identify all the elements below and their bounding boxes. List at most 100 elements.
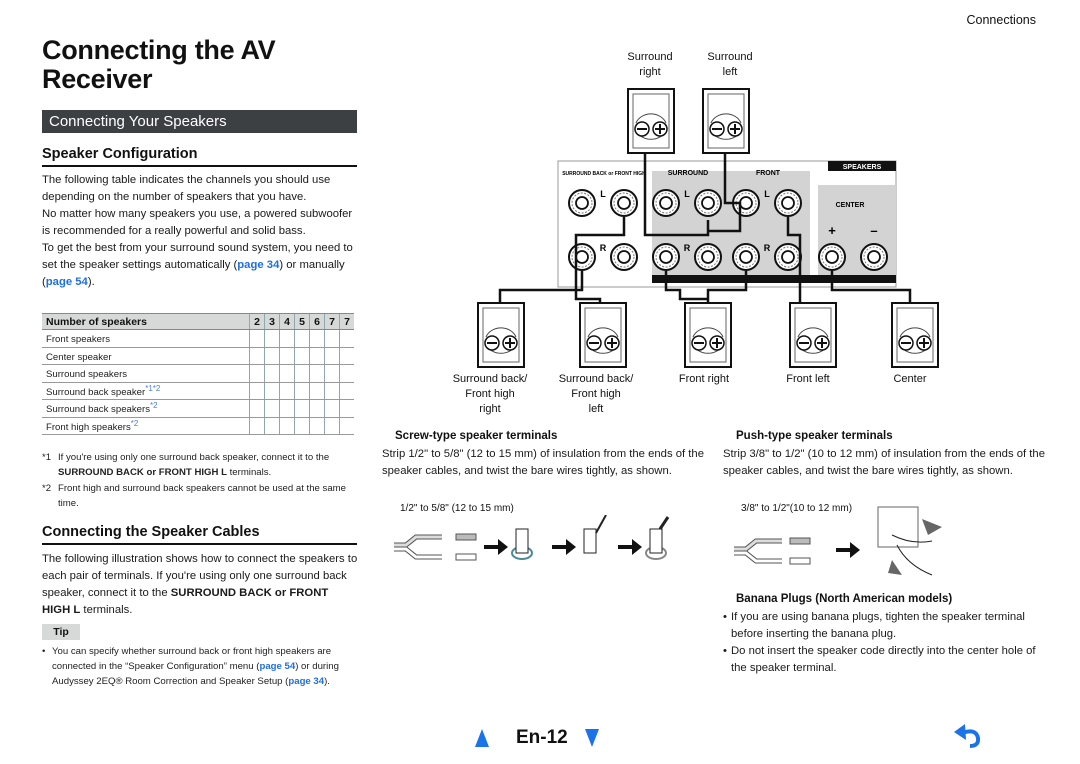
- page-54-link[interactable]: page 54: [259, 661, 295, 672]
- footnote-ref: *1*2: [145, 383, 161, 393]
- table-cell: [294, 382, 310, 400]
- row-label: Surround back speakers*2: [42, 399, 250, 418]
- speaker-wiring-diagram: SPEAKERS SURROUND BACK or FRONT HIGH SUR…: [477, 88, 939, 368]
- table-cell: [324, 329, 340, 348]
- footnote-mark: *1: [42, 452, 52, 463]
- arrow-right-icon: [552, 539, 576, 555]
- footnotes: *1 If you're using only one surround bac…: [42, 450, 358, 511]
- table-row: Surround speakers: [42, 364, 354, 383]
- terminal-icon: [645, 516, 670, 560]
- stripped-wire-icon: [394, 533, 477, 561]
- table-cell: [339, 364, 354, 383]
- col-header: 2: [249, 313, 265, 330]
- back-button[interactable]: [952, 722, 984, 750]
- table-cell: [309, 417, 325, 435]
- table-cell: [324, 382, 340, 400]
- speaker-table: Number of speakers 2 3 4 5 6 7 7 Front s…: [42, 313, 354, 435]
- table-cell: [279, 417, 295, 435]
- screw-type-text: Strip 1/2" to 5/8" (12 to 15 mm) of insu…: [382, 448, 704, 477]
- col-header: 7: [339, 313, 354, 330]
- table-cell: [264, 329, 280, 348]
- col-header: 5: [294, 313, 310, 330]
- group-label: SURROUND: [668, 170, 708, 177]
- page-34-link[interactable]: page 34: [288, 676, 324, 687]
- table-cell: [264, 382, 280, 400]
- screw-type-heading: Screw-type speaker terminals: [395, 430, 558, 442]
- table-cell: [279, 364, 295, 383]
- table-cell: [309, 347, 325, 365]
- table-cell: [249, 417, 265, 435]
- triangle-down-icon: [585, 729, 599, 747]
- speaker-label-front-right: Front right: [678, 373, 730, 385]
- table-row: Front speakers: [42, 329, 354, 348]
- speaker-front-right: [684, 302, 732, 368]
- arrow-right-icon: [484, 539, 508, 555]
- table-cell: [279, 347, 295, 365]
- group-label: SURROUND BACK or FRONT HIGH: [562, 171, 646, 177]
- row-label: Center speaker: [42, 347, 250, 365]
- speaker-surround-left: [702, 88, 750, 154]
- table-cell: [249, 347, 265, 365]
- triangle-up-icon: [475, 729, 489, 747]
- para-3: To get the best from your surround sound…: [42, 240, 358, 291]
- terminal-icon: [511, 528, 533, 560]
- prev-page-button[interactable]: [474, 728, 490, 748]
- list-item: • If you are using banana plugs, tighten …: [723, 611, 1025, 640]
- page-54-link[interactable]: page 54: [46, 276, 88, 288]
- speaker-configuration-heading: Speaker Configuration: [42, 146, 357, 167]
- svg-text:L: L: [764, 189, 770, 199]
- terminal-icon: [583, 515, 607, 554]
- footnote-1: *1 If you're using only one surround bac…: [42, 450, 358, 480]
- tip-label: Tip: [42, 624, 80, 640]
- svg-text:L: L: [600, 189, 606, 199]
- speaker-label-surround-right: Surround right: [627, 51, 673, 78]
- banana-plugs-heading: Banana Plugs (North American models): [736, 593, 953, 605]
- list-item: • Do not insert the speaker code directly…: [723, 645, 1036, 674]
- stripped-wire-icon: [734, 537, 811, 565]
- page-number: En-12: [516, 727, 568, 748]
- table-cell: [279, 382, 295, 400]
- table-cell: [324, 417, 340, 435]
- speaker-center: [891, 302, 939, 368]
- bullet: •: [42, 646, 46, 657]
- col-header: 6: [309, 313, 325, 330]
- col-header: 3: [264, 313, 280, 330]
- table-cell: [309, 364, 325, 383]
- table-cell: [249, 364, 265, 383]
- section-header: Connections: [966, 13, 1037, 27]
- svg-text:R: R: [684, 243, 691, 253]
- svg-text:R: R: [764, 243, 771, 253]
- table-cell: [294, 399, 310, 418]
- table-cell: [294, 329, 310, 348]
- group-label: FRONT: [756, 170, 781, 177]
- table-cell: [309, 399, 325, 418]
- return-arrow-icon: [954, 724, 981, 748]
- col-header: 4: [279, 313, 295, 330]
- para-1: The following table indicates the channe…: [42, 174, 331, 203]
- table-cell: [264, 417, 280, 435]
- table-row: Surround back speaker*1*2: [42, 382, 354, 400]
- table-cell: [264, 347, 280, 365]
- para-2: No matter how many speakers you use, a p…: [42, 208, 353, 237]
- table-cell: [324, 399, 340, 418]
- speaker-surround-back-right: [477, 302, 525, 368]
- table-header-row: Number of speakers 2 3 4 5 6 7 7: [42, 313, 354, 330]
- speaker-label-center: Center: [893, 373, 927, 385]
- table-cell: [279, 329, 295, 348]
- arrow-right-icon: [618, 539, 642, 555]
- svg-text:R: R: [600, 243, 607, 253]
- svg-text:–: –: [870, 223, 877, 238]
- table-cell: [249, 329, 265, 348]
- next-page-button[interactable]: [584, 728, 600, 748]
- speaker-config-intro: The following table indicates the channe…: [42, 172, 358, 291]
- speaker-label-front-left: Front left: [786, 373, 830, 385]
- page-34-link[interactable]: page 34: [237, 259, 279, 271]
- table-cell: [339, 417, 354, 435]
- speaker-label-surround-left: Surround left: [707, 51, 753, 78]
- banana-list: • If you are using banana plugs, tighten …: [723, 609, 1053, 677]
- footnote-mark: *2: [42, 483, 52, 494]
- section-bar: Connecting Your Speakers: [42, 110, 357, 133]
- table-cell: [339, 329, 354, 348]
- row-label: Front high speakers*2: [42, 417, 250, 435]
- arrow-right-icon: [836, 542, 860, 558]
